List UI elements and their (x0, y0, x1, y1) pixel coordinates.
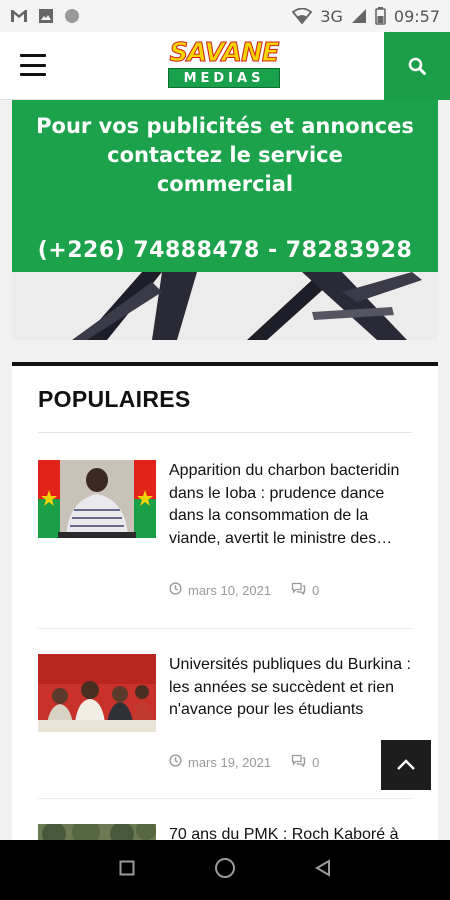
battery-icon (375, 7, 386, 25)
ad-green-panel: Pour vos publicités et annonces contacte… (12, 100, 438, 272)
post-thumbnail[interactable] (38, 654, 156, 732)
ad-phone: (+226) 74888478 - 78283928 (37, 238, 413, 263)
ad-decorative-art (12, 272, 438, 340)
ad-line-2: contactez le service (107, 143, 343, 167)
comment-icon (291, 582, 306, 598)
clock: 09:57 (393, 6, 440, 26)
comment-icon (291, 754, 306, 770)
site-logo[interactable]: SAVANE MEDIAS (164, 38, 284, 96)
comment-count[interactable]: 0 (312, 583, 319, 598)
logo-subtitle: MEDIAS (168, 68, 280, 88)
status-bar: 3G 09:57 (0, 0, 450, 32)
back-icon[interactable] (314, 859, 331, 881)
wifi-icon (292, 8, 313, 24)
chevron-up-icon (397, 759, 415, 770)
divider (38, 628, 412, 629)
back-to-top-button[interactable] (381, 740, 431, 790)
post-meta: mars 19, 2021 0 (169, 754, 319, 770)
divider (38, 432, 412, 433)
recents-icon[interactable] (119, 860, 135, 880)
post-title[interactable]: Apparition du charbon bacteridin dans le… (169, 460, 417, 550)
menu-icon[interactable] (20, 54, 46, 76)
logo-wordmark: SAVANE (169, 38, 280, 69)
clock-icon (169, 582, 182, 598)
home-icon[interactable] (214, 857, 236, 883)
post-meta: mars 10, 2021 0 (169, 582, 319, 598)
search-button[interactable] (384, 32, 450, 100)
search-icon (408, 57, 426, 75)
gmail-icon (10, 9, 28, 23)
signal-icon (351, 8, 367, 24)
ad-line-1: Pour vos publicités et annonces (36, 114, 414, 138)
ad-banner[interactable]: Pour vos publicités et annonces contacte… (12, 100, 438, 340)
comment-count[interactable]: 0 (312, 755, 319, 770)
post-date: mars 19, 2021 (188, 754, 272, 770)
circle-icon (64, 8, 80, 24)
photo-icon (38, 8, 54, 24)
clock-icon (169, 754, 182, 770)
ad-line-3: commercial (156, 172, 294, 196)
post-thumbnail[interactable] (38, 460, 156, 538)
widget-title: POPULAIRES (38, 386, 191, 412)
divider (38, 798, 412, 799)
post-title[interactable]: Universités publiques du Burkina : les a… (169, 654, 417, 722)
site-header: SAVANE MEDIAS (0, 32, 450, 100)
popular-widget: POPULAIRES Apparition du charbon bacteri… (12, 362, 438, 900)
post-date: mars 10, 2021 (188, 582, 272, 598)
system-nav-bar (0, 840, 450, 900)
ad-message: Pour vos publicités et annonces contacte… (12, 112, 438, 199)
network-type: 3G (320, 6, 343, 26)
